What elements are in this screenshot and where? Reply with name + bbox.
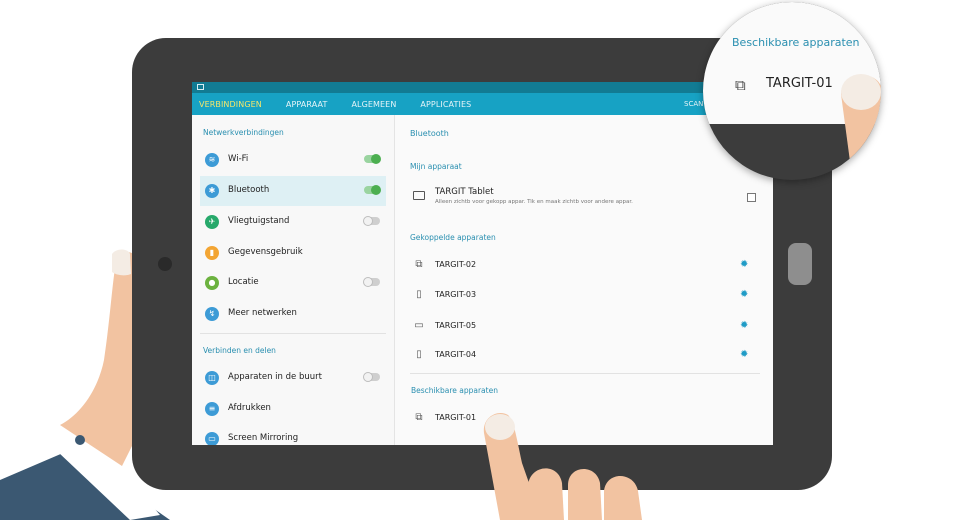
device-name: TARGIT-02 [435,260,477,269]
paired-device-row[interactable]: ▭ TARGIT-05 ✹ [410,313,760,341]
status-bar [192,82,773,93]
tab-apparaat[interactable]: APPARAAT [286,100,328,109]
right-hand-illustration [483,413,642,520]
my-device-visibility-text: Alleen zichtb voor gekopp appar. Tik en … [435,199,633,205]
multi-device-icon: ⧉ [415,259,423,270]
magnifier-zoom: Beschikbare apparaten ⧉ TARGIT-01 [703,2,881,180]
phone-icon: ▯ [416,349,422,360]
tablet-screen: VERBINDINGEN APPARAAT ALGEMEEN APPLICATI… [192,82,773,445]
more-networks-icon: ↯ [205,307,219,321]
airplane-toggle[interactable] [363,216,380,226]
zoomed-finger [841,74,881,180]
menu-item-meer-netwerken[interactable]: ↯ Meer netwerken [200,299,386,329]
location-icon: ● [205,276,219,290]
visibility-checkbox[interactable] [747,193,756,202]
paired-device-row[interactable]: ▯ TARGIT-03 ✹ [410,282,760,310]
menu-item-label: Wi-Fi [228,154,249,164]
gear-icon[interactable]: ✹ [740,349,748,360]
tab-verbindingen[interactable]: VERBINDINGEN [199,100,262,109]
paired-device-row[interactable]: ⧉ TARGIT-02 ✹ [410,252,760,280]
tab-applicaties[interactable]: APPLICATIES [420,100,471,109]
section-header-network: Netwerkverbindingen [203,128,284,137]
nearby-devices-icon: ◫ [205,371,219,385]
section-header-my-device: Mijn apparaat [410,162,462,171]
my-device-name[interactable]: TARGIT Tablet [435,187,494,197]
home-button[interactable] [788,243,812,285]
gear-icon[interactable]: ✹ [740,289,748,300]
device-name: TARGIT-05 [435,321,477,330]
menu-item-label: Screen Mirroring [228,433,299,443]
divider [200,333,386,334]
phone-icon: ▯ [416,289,422,300]
screen-mirroring-icon: ▭ [205,432,219,445]
location-toggle[interactable] [363,277,380,287]
menu-item-screen-mirroring[interactable]: ▭ Screen Mirroring [200,424,386,445]
zoomed-section-header: Beschikbare apparaten [732,36,860,49]
gear-icon[interactable]: ✹ [740,259,748,270]
menu-item-locatie[interactable]: ● Locatie [200,268,386,298]
device-name: TARGIT-04 [435,350,477,359]
gallery-notification-icon [197,84,204,90]
menu-item-vliegtuigstand[interactable]: ✈ Vliegtuigstand [200,207,386,237]
menu-item-label: Afdrukken [228,403,271,413]
device-name: TARGIT-03 [435,290,477,299]
multi-device-icon: ⧉ [415,412,423,423]
bluetooth-toggle[interactable] [364,185,381,195]
airplane-icon: ✈ [205,215,219,229]
bluetooth-icon: ✱ [205,184,219,198]
multi-device-icon: ⧉ [735,76,746,94]
wifi-toggle[interactable] [364,154,381,164]
menu-item-label: Locatie [228,277,259,287]
tablet-icon [413,191,425,200]
zoomed-device-name: TARGIT-01 [766,76,833,91]
laptop-icon: ▭ [414,320,424,331]
settings-tab-bar: VERBINDINGEN APPARAAT ALGEMEEN APPLICATI… [192,93,773,115]
menu-item-label: Bluetooth [228,185,270,195]
bluetooth-panel: Bluetooth Mijn apparaat TARGIT Tablet Al… [396,115,773,445]
section-header-connect: Verbinden en delen [203,346,276,355]
nearby-devices-toggle[interactable] [363,372,380,382]
menu-item-label: Apparaten in de buurt [228,372,322,382]
menu-item-gegevensgebruik[interactable]: ▮ Gegevensgebruik [200,238,386,268]
wifi-icon: ≋ [205,153,219,167]
section-header-available: Beschikbare apparaten [411,386,498,395]
menu-item-label: Vliegtuigstand [228,216,290,226]
menu-item-label: Meer netwerken [228,308,297,318]
menu-item-label: Gegevensgebruik [228,247,303,257]
menu-item-afdrukken[interactable]: ≡ Afdrukken [200,394,386,424]
camera-icon [158,257,172,271]
data-usage-icon: ▮ [205,246,219,260]
panel-title: Bluetooth [410,129,449,138]
menu-item-bluetooth[interactable]: ✱ Bluetooth [200,176,386,206]
menu-item-wifi[interactable]: ≋ Wi-Fi [200,145,386,175]
scan-button[interactable]: SCAN [684,100,703,108]
paired-device-row[interactable]: ▯ TARGIT-04 ✹ [410,342,760,370]
section-header-paired: Gekoppelde apparaten [410,233,496,242]
menu-item-apparaten-in-de-buurt[interactable]: ◫ Apparaten in de buurt [200,363,386,393]
printer-icon: ≡ [205,402,219,416]
settings-menu: Netwerkverbindingen ≋ Wi-Fi ✱ Bluetooth … [192,115,395,445]
divider [410,373,760,374]
tab-algemeen[interactable]: ALGEMEEN [351,100,396,109]
gear-icon[interactable]: ✹ [740,320,748,331]
